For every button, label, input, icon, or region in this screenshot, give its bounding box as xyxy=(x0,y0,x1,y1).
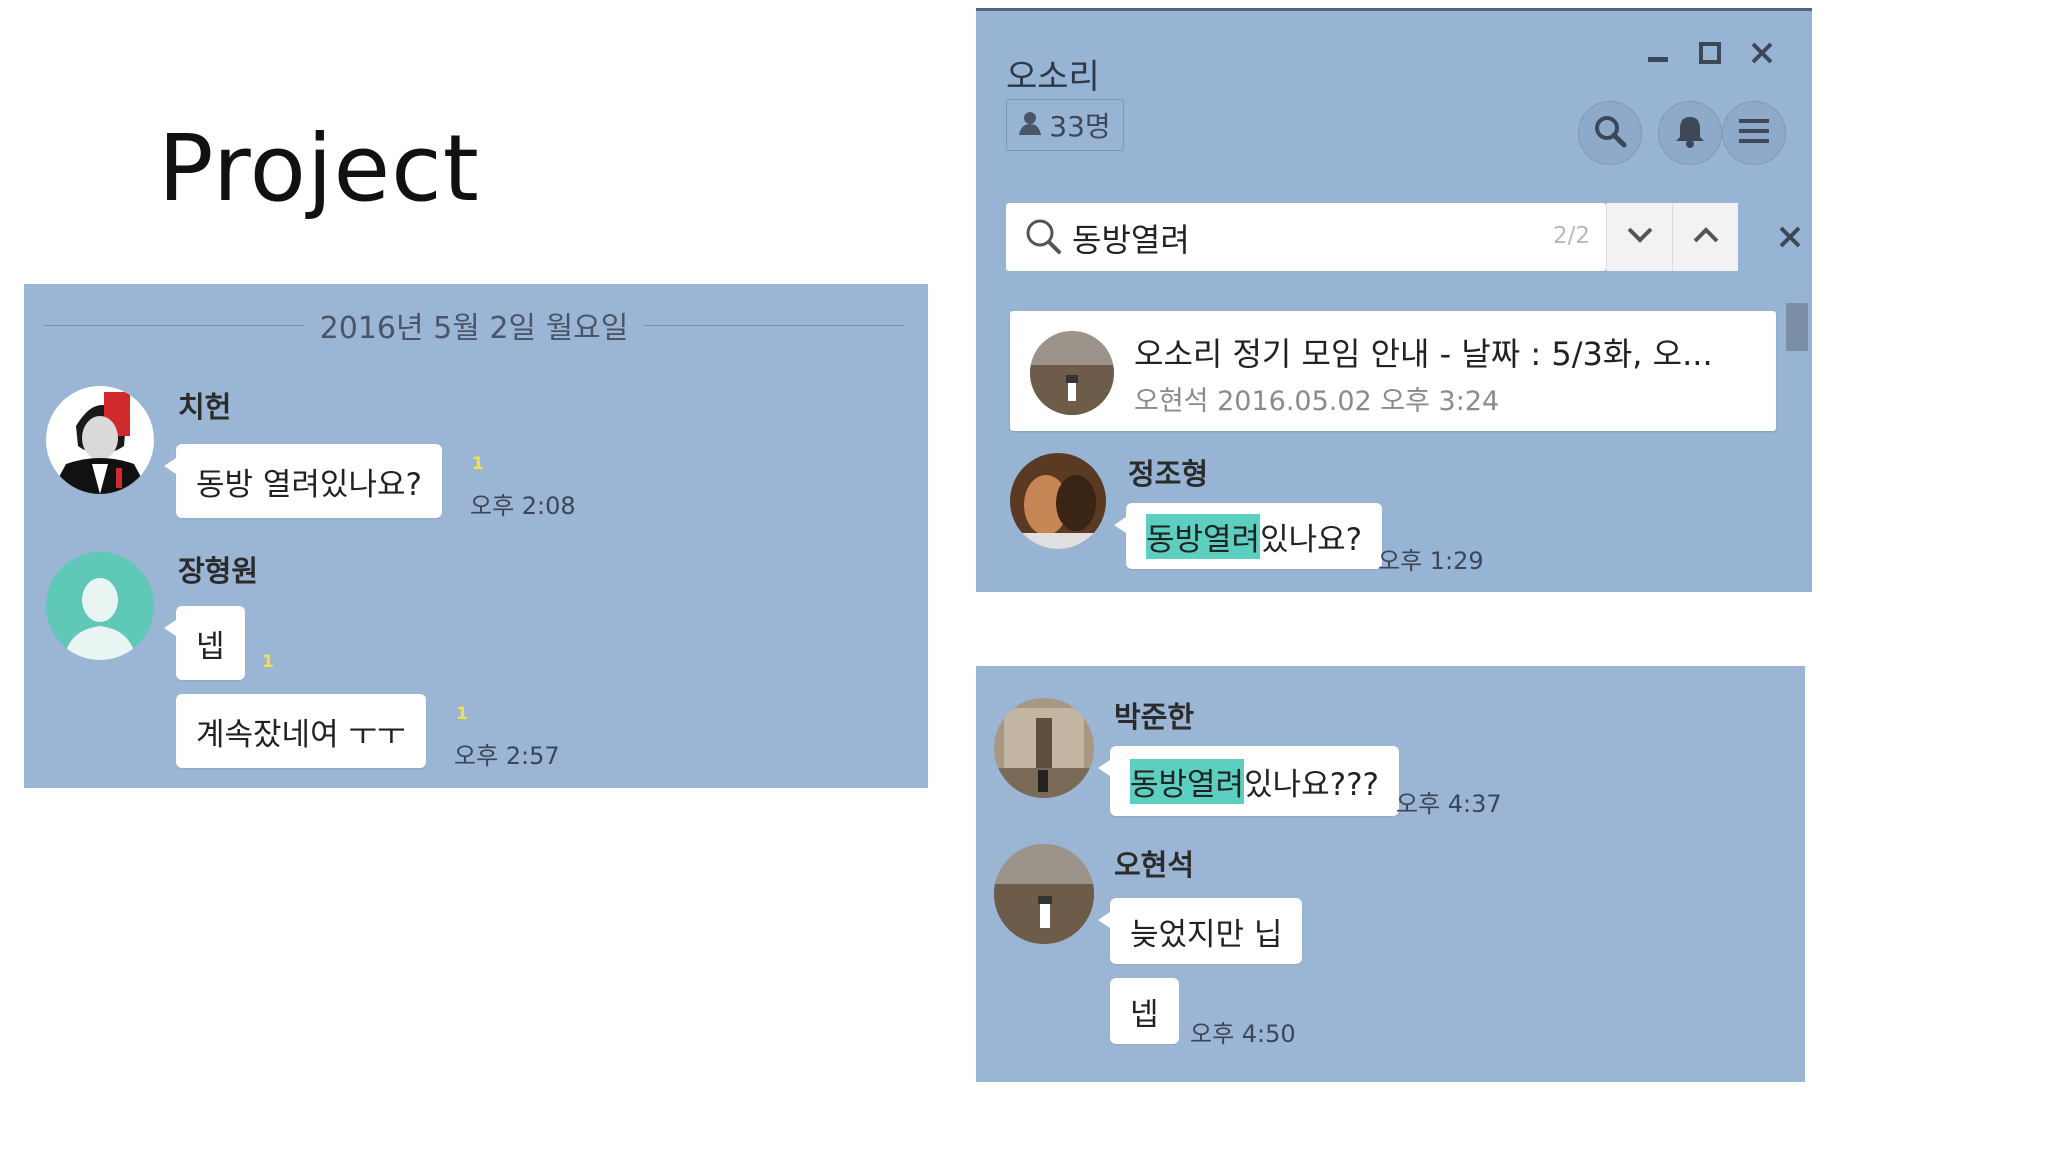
sender-name: 오현석 xyxy=(1114,848,1195,882)
member-count: 33명 xyxy=(1049,110,1111,143)
message-time: 오후 2:57 xyxy=(454,742,560,770)
sender-name: 박준한 xyxy=(1114,700,1195,734)
message-bubble[interactable]: 계속잤네여 ㅜㅜ xyxy=(176,694,426,768)
notice-meta: 오현석 2016.05.02 오후 3:24 xyxy=(1134,386,1500,417)
message-text: 있나요??? xyxy=(1244,766,1380,803)
avatar[interactable] xyxy=(46,552,154,660)
person-icon xyxy=(1019,109,1042,142)
message-bubble[interactable]: 동방열려 있나요??? xyxy=(1097,746,1400,816)
search-icon xyxy=(1593,114,1627,152)
avatar[interactable] xyxy=(994,698,1094,798)
search-highlight: 동방열려 xyxy=(1146,513,1261,559)
search-next-button[interactable] xyxy=(1606,203,1672,271)
divider-line xyxy=(644,324,905,326)
notification-button[interactable] xyxy=(1658,101,1722,165)
chevron-up-icon xyxy=(1692,226,1720,248)
menu-icon xyxy=(1739,118,1769,148)
chat-screenshot-c: 박준한 동방열려 있나요??? 오후 4:37 오현석 늦었지만 닙 넵 오후 4… xyxy=(976,666,1805,1082)
message-time: 오후 1:29 xyxy=(1378,547,1484,575)
message-bubble[interactable]: 동방열려 있나요? xyxy=(1113,503,1383,569)
room-name: 오소리 xyxy=(1006,57,1100,97)
close-search-icon[interactable] xyxy=(1774,221,1806,253)
chevron-down-icon xyxy=(1626,226,1654,248)
message-search-input[interactable]: 동방열려 2/2 xyxy=(1006,203,1606,271)
slide-title: Project xyxy=(158,115,480,222)
unread-count: 1 xyxy=(472,454,484,474)
chat-window-b: 오소리 33명 동방열려 2/2 오소리 정기 모임 안내 - 날짜: 5/3… xyxy=(976,8,1812,592)
sender-name: 장형원 xyxy=(178,554,259,588)
avatar xyxy=(1030,331,1114,415)
close-icon[interactable] xyxy=(1742,33,1782,73)
search-prev-button[interactable] xyxy=(1672,203,1738,271)
notice-title: 오소리 정기 모임 안내 - 날짜 : 5/3화, 오... xyxy=(1134,335,1713,373)
unread-count: 1 xyxy=(262,652,274,672)
date-divider: 2016년 5월 2일 월요일 xyxy=(44,304,905,346)
member-count-button[interactable]: 33명 xyxy=(1006,99,1124,151)
search-highlight: 동방열려 xyxy=(1130,758,1245,804)
search-result-count: 2/2 xyxy=(1552,223,1590,249)
message-time: 오후 2:08 xyxy=(470,492,576,520)
date-label: 2016년 5월 2일 월요일 xyxy=(319,311,629,346)
notice-banner[interactable]: 오소리 정기 모임 안내 - 날짜 : 5/3화, 오... 오현석 2016.… xyxy=(1010,311,1776,431)
message-bubble[interactable]: 동방 열려있나요? xyxy=(164,444,442,518)
message-text: 있나요? xyxy=(1260,521,1363,558)
search-icon xyxy=(1024,217,1062,259)
message-time: 오후 4:37 xyxy=(1396,790,1502,818)
bell-icon xyxy=(1675,114,1705,152)
chat-screenshot-a: 2016년 5월 2일 월요일 치헌 동방 열려있나요? 1 오후 2:08 장… xyxy=(24,284,928,788)
message-time: 오후 4:50 xyxy=(1190,1020,1296,1048)
unread-count: 1 xyxy=(456,704,468,724)
search-button[interactable] xyxy=(1578,101,1642,165)
sender-name: 정조형 xyxy=(1128,457,1209,491)
minimize-icon[interactable] xyxy=(1638,33,1678,73)
search-query: 동방열려 xyxy=(1072,221,1190,259)
avatar[interactable] xyxy=(46,386,154,494)
sender-name: 치헌 xyxy=(178,390,232,424)
message-bubble[interactable]: 넵 xyxy=(164,606,245,680)
scrollbar-thumb[interactable] xyxy=(1786,303,1808,351)
avatar[interactable] xyxy=(994,844,1094,944)
divider-line xyxy=(44,324,304,326)
avatar[interactable] xyxy=(1010,453,1106,549)
message-bubble[interactable]: 늦었지만 닙 xyxy=(1097,898,1303,964)
message-bubble[interactable]: 넵 xyxy=(1110,978,1179,1044)
maximize-icon[interactable] xyxy=(1690,33,1730,73)
menu-button[interactable] xyxy=(1722,101,1786,165)
